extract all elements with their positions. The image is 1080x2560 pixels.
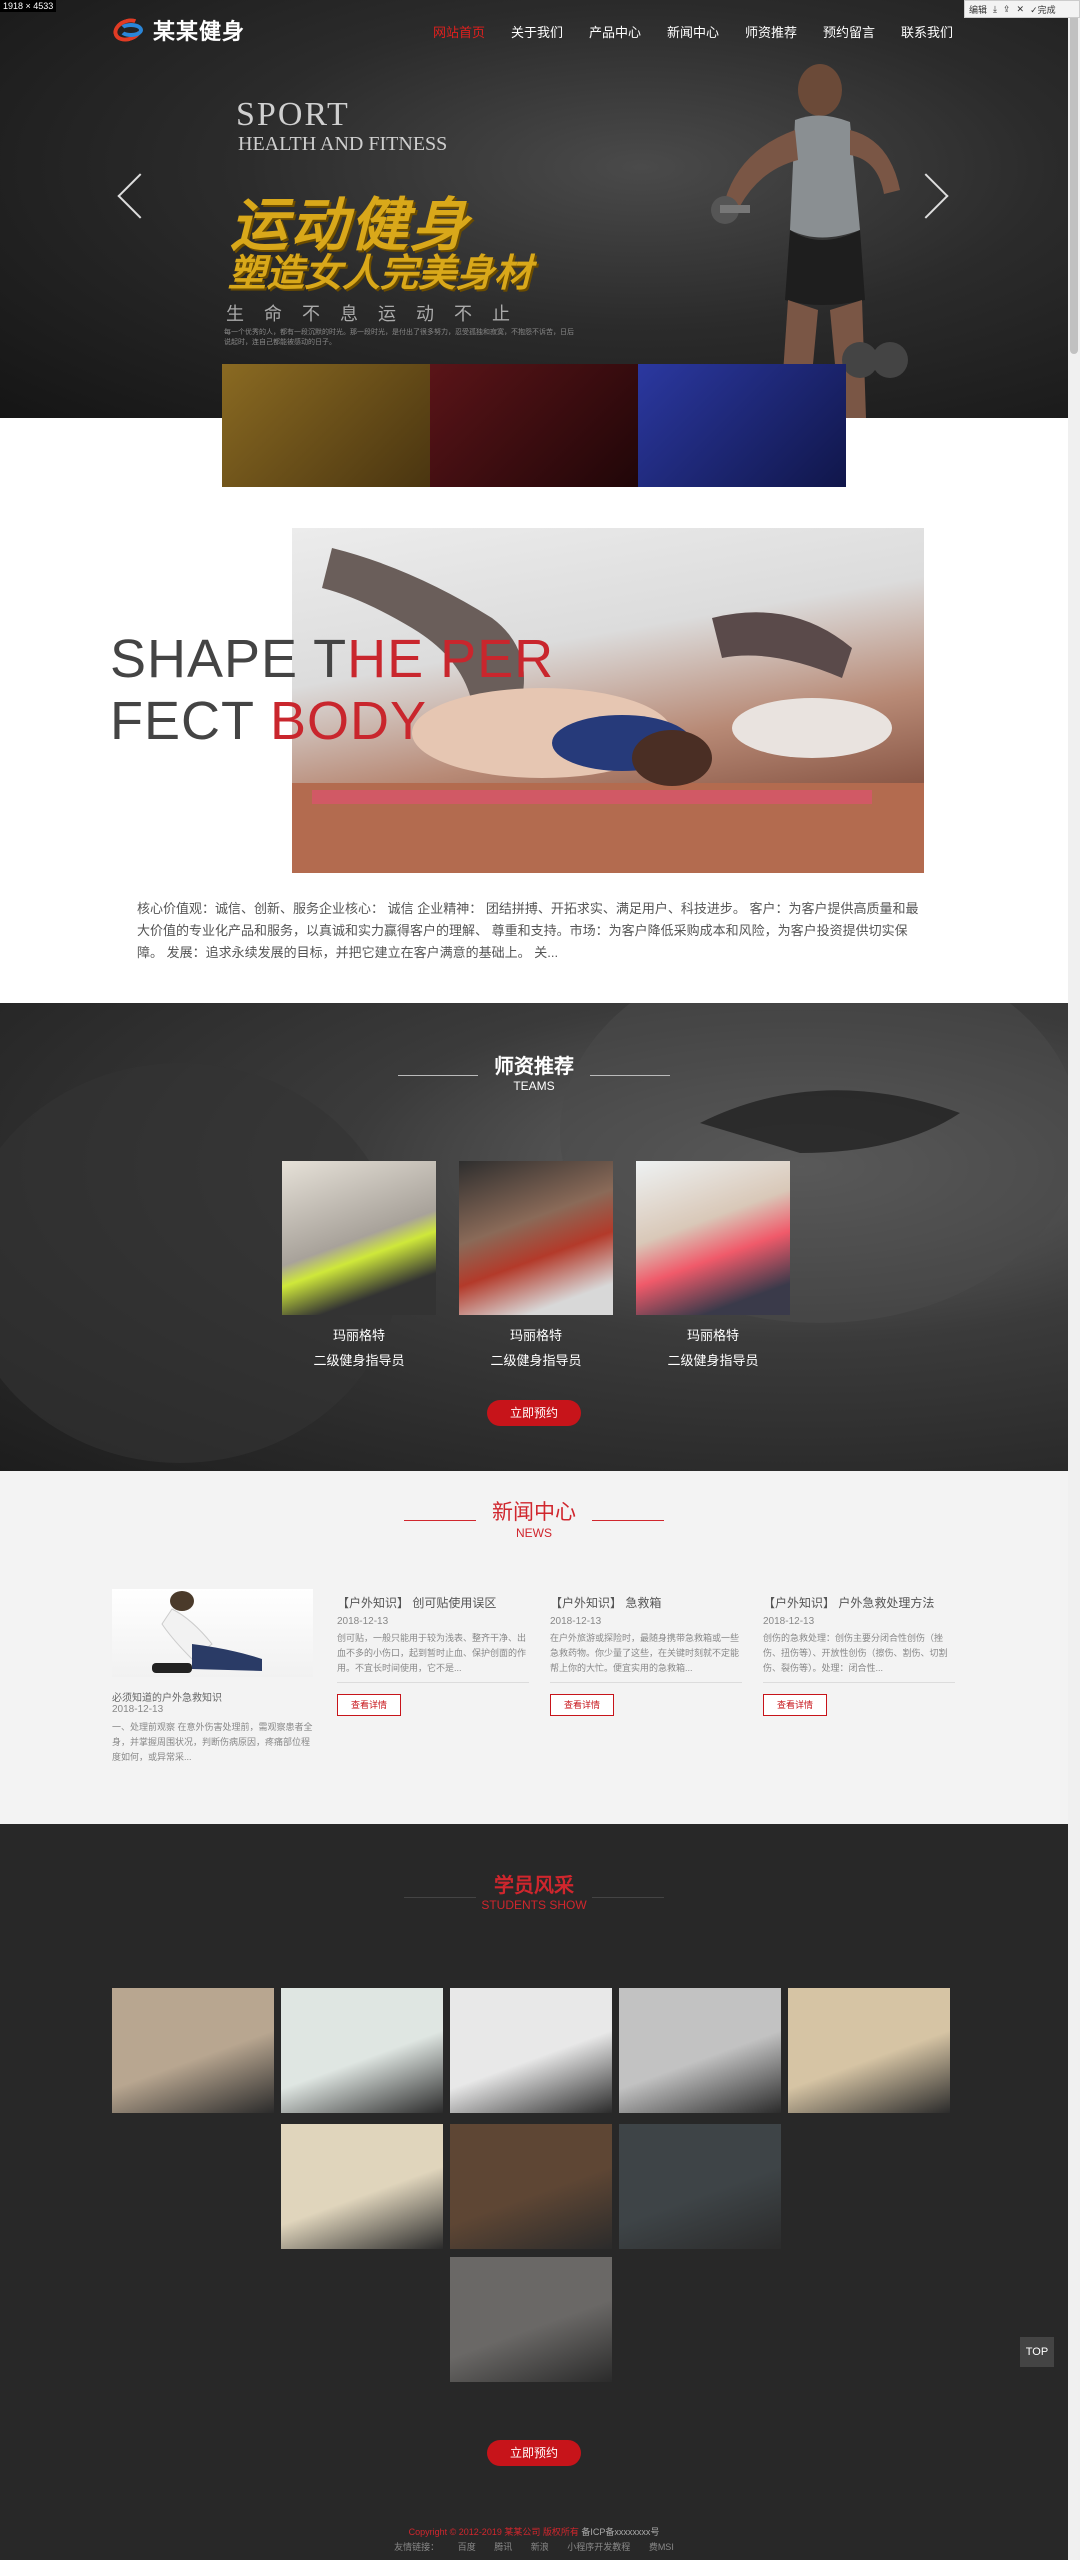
student-photo[interactable]	[450, 2257, 612, 2382]
teacher-role: 二级健身指导员	[667, 1353, 759, 1368]
nav-item-about[interactable]: 关于我们	[498, 22, 576, 41]
student-photo[interactable]	[281, 1988, 443, 2113]
teacher-role: 二级健身指导员	[490, 1353, 582, 1368]
student-photo[interactable]	[619, 1988, 781, 2113]
edit-button[interactable]: 编辑	[969, 3, 987, 16]
logo-icon	[110, 14, 147, 46]
news-item-summary: 在户外旅游或探险时，最随身携带急救箱或一些急救药物。你少量了这些，在关键时刻就不…	[550, 1633, 740, 1673]
nav-item-home[interactable]: 网站首页	[420, 22, 498, 41]
friend-link[interactable]: 新浪	[531, 2542, 549, 2552]
slider-thumbnails	[222, 364, 846, 487]
news-item: 【户外知识】 创可贴使用误区 2018-12-13 创可贴，一般只能用于较为浅表…	[337, 1594, 529, 1716]
friend-link[interactable]: 腾讯	[494, 2542, 512, 2552]
logo-text: 某某健身	[153, 19, 246, 44]
about-heading-dark-1: SHAPE T	[110, 629, 348, 689]
scrollbar-thumb[interactable]	[1070, 14, 1078, 354]
news-item-date: 2018-12-13	[550, 1616, 602, 1627]
news-feature-image[interactable]	[112, 1589, 313, 1677]
nav-item-contact[interactable]: 联系我们	[888, 22, 966, 41]
footer-friend-links: 友情链接： 百度 腾讯 新浪 小程序开发教程 费MSI	[0, 2540, 1068, 2553]
book-now-button[interactable]: 立即预约	[487, 2440, 581, 2466]
news-item-divider	[763, 1682, 955, 1683]
student-photo[interactable]	[788, 1988, 950, 2113]
view-details-button[interactable]: 查看详情	[550, 1694, 614, 1716]
news-item-summary: 创伤的急救处理：创伤主要分闭合性创伤（挫伤、扭伤等）、开放性创伤（擦伤、割伤、切…	[763, 1633, 948, 1673]
news-feature-title[interactable]: 必须知道的户外急救知识	[112, 1689, 222, 1704]
news-feature-summary: 一、处理前观察 在意外伤害处理前，需观察患者全身，并掌握周围状况，判断伤病原因，…	[112, 1722, 313, 1762]
friend-link[interactable]: 百度	[458, 2542, 476, 2552]
teacher-card[interactable]: 玛丽格特 二级健身指导员	[282, 1161, 436, 1369]
about-text: 核心价值观：诚信、创新、服务企业核心： 诚信 企业精神： 团结拼搏、开拓求实、满…	[137, 901, 919, 960]
teams-subtitle: TEAMS	[513, 1079, 555, 1093]
news-item-divider	[337, 1682, 529, 1683]
teacher-photo[interactable]	[282, 1161, 436, 1315]
news-item-title[interactable]: 【户外知识】 创可贴使用误区	[337, 1594, 529, 1611]
teacher-name: 玛丽格特	[686, 1328, 739, 1343]
students-title: 学员风采	[494, 1875, 574, 1897]
news-item: 【户外知识】 急救箱 2018-12-13 在户外旅游或探险时，最随身携带急救箱…	[550, 1594, 742, 1716]
site-logo[interactable]: 某某健身	[110, 14, 246, 46]
slider-thumbnail[interactable]	[430, 364, 638, 487]
scrollbar-track[interactable]	[1068, 0, 1080, 2560]
teacher-name: 玛丽格特	[509, 1328, 562, 1343]
slider-thumbnail[interactable]	[222, 364, 430, 487]
news-item-date: 2018-12-13	[337, 1616, 389, 1627]
hero-banner	[0, 0, 1068, 418]
done-button[interactable]: ✓完成	[1030, 3, 1056, 16]
hero-subtitle: 生命不息运动不止	[226, 304, 530, 324]
student-photo[interactable]	[450, 1988, 612, 2113]
news-item-summary: 创可贴，一般只能用于较为浅表、整齐干净、出血不多的小伤口，起到暂时止血、保护创面…	[337, 1633, 527, 1673]
share-icon[interactable]: ⇪	[1003, 4, 1011, 15]
nav-item-products[interactable]: 产品中心	[576, 22, 654, 41]
news-item-divider	[550, 1682, 742, 1683]
news-feature-date: 2018-12-13	[112, 1704, 164, 1715]
nav-item-booking[interactable]: 预约留言	[810, 22, 888, 41]
footer-copyright: Copyright © 2012-2019 某某公司 版权所有 备ICP备xxx…	[0, 2525, 1068, 2538]
news-item-date: 2018-12-13	[763, 1616, 815, 1627]
friend-links-label: 友情链接：	[394, 2542, 440, 2552]
news-item: 【户外知识】 户外急救处理方法 2018-12-13 创伤的急救处理：创伤主要分…	[763, 1594, 955, 1716]
close-icon[interactable]: ✕	[1017, 4, 1025, 15]
nav-item-news[interactable]: 新闻中心	[654, 22, 732, 41]
about-heading: SHAPE THE PER FECT BODY	[110, 628, 554, 752]
hero-description: 每一个优秀的人，都有一段沉默的时光。那一段时光，是付出了很多努力，忍受孤独和寂寞…	[224, 329, 574, 346]
news-subtitle: NEWS	[516, 1526, 552, 1540]
copyright-text: Copyright © 2012-2019 某某公司 版权所有	[408, 2527, 582, 2537]
news-item-title[interactable]: 【户外知识】 户外急救处理方法	[763, 1594, 955, 1611]
teacher-name: 玛丽格特	[332, 1328, 385, 1343]
friend-link[interactable]: 小程序开发教程	[567, 2542, 630, 2552]
news-title: 新闻中心	[492, 1501, 576, 1524]
back-to-top-button[interactable]: TOP	[1020, 2337, 1054, 2367]
student-photo[interactable]	[619, 2124, 781, 2249]
hero-title-secondary: 塑造女人完美身材	[228, 253, 533, 295]
screenshot-toolbar: 编辑 ⤓ ⇪ ✕ ✓完成	[964, 0, 1080, 18]
student-photo[interactable]	[450, 2124, 612, 2249]
about-heading-dark-2: FECT	[110, 691, 271, 751]
main-nav: 网站首页 关于我们 产品中心 新闻中心 师资推荐 预约留言 联系我们	[420, 22, 966, 41]
teacher-photo[interactable]	[459, 1161, 613, 1315]
about-heading-red-2: BODY	[270, 691, 428, 751]
hero-sport-text: SPORT	[236, 96, 350, 133]
news-item-title[interactable]: 【户外知识】 急救箱	[550, 1594, 742, 1611]
teacher-role: 二级健身指导员	[313, 1353, 405, 1368]
friend-link[interactable]: 费MSI	[649, 2542, 674, 2552]
slider-thumbnail[interactable]	[638, 364, 846, 487]
icp-link[interactable]: 备ICP备xxxxxxxx号	[581, 2527, 659, 2537]
teacher-photo[interactable]	[636, 1161, 790, 1315]
screenshot-size-label: 1918 × 4533	[0, 0, 57, 12]
hero-health-text: HEALTH AND FITNESS	[238, 133, 448, 155]
student-photo[interactable]	[281, 2124, 443, 2249]
student-photo[interactable]	[112, 1988, 274, 2113]
view-details-button[interactable]: 查看详情	[763, 1694, 827, 1716]
nav-item-teachers[interactable]: 师资推荐	[732, 22, 810, 41]
teacher-card[interactable]: 玛丽格特 二级健身指导员	[636, 1161, 790, 1369]
students-subtitle: STUDENTS SHOW	[481, 1898, 587, 1912]
teacher-card[interactable]: 玛丽格特 二级健身指导员	[459, 1161, 613, 1369]
book-now-button[interactable]: 立即预约	[487, 1400, 581, 1426]
download-icon[interactable]: ⤓	[993, 4, 997, 15]
view-details-button[interactable]: 查看详情	[337, 1694, 401, 1716]
teams-title: 师资推荐	[494, 1056, 574, 1078]
about-heading-red-1: HE PER	[347, 629, 555, 689]
